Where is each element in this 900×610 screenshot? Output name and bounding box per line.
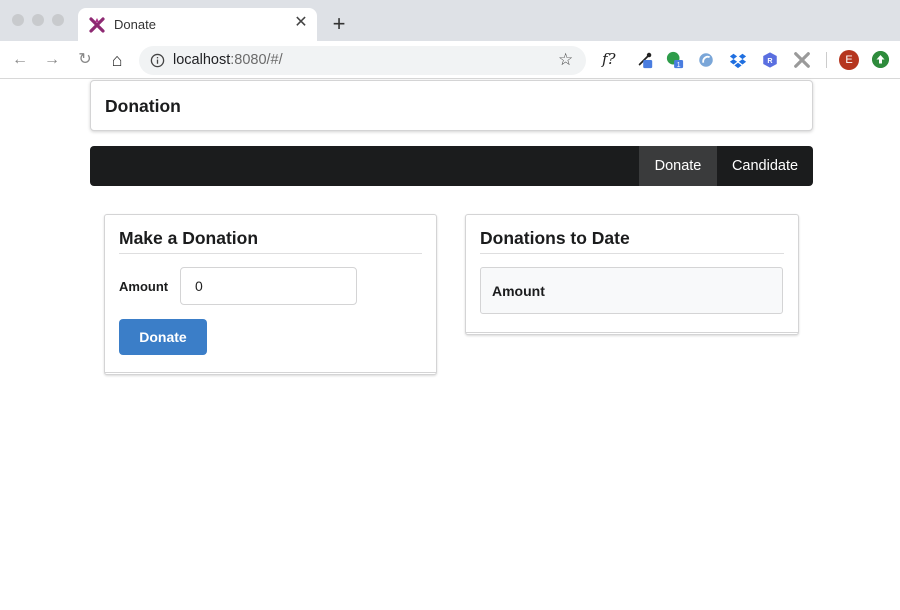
- donation-form-title: Make a Donation: [119, 228, 259, 248]
- back-icon[interactable]: ←: [10, 50, 30, 70]
- menu-item-candidate[interactable]: Candidate: [717, 146, 813, 186]
- address-url: localhost:8080/#/: [173, 52, 283, 68]
- menu-item-label: Donate: [654, 158, 702, 174]
- puzzle-extension-icon[interactable]: [793, 51, 811, 69]
- update-arrow-icon[interactable]: [872, 51, 889, 68]
- new-tab-button[interactable]: +: [329, 13, 349, 35]
- dropbox-icon[interactable]: [729, 51, 747, 69]
- page-title: Donation: [105, 96, 181, 116]
- menu-item-donate[interactable]: Donate: [639, 146, 717, 186]
- panel-footer-divider: [466, 332, 798, 333]
- home-icon[interactable]: ⌂: [107, 50, 127, 70]
- donations-to-date-title: Donations to Date: [480, 228, 630, 248]
- tab-title: Donate: [114, 17, 156, 32]
- info-icon[interactable]: [150, 53, 165, 68]
- profile-avatar[interactable]: E: [839, 50, 859, 70]
- amount-input[interactable]: [180, 267, 357, 305]
- forward-icon[interactable]: →: [42, 50, 62, 70]
- donate-button[interactable]: Donate: [119, 319, 207, 355]
- svg-text:R: R: [767, 56, 773, 65]
- address-bar[interactable]: localhost:8080/#/ ☆: [139, 46, 586, 75]
- title-divider: [119, 253, 422, 254]
- table-header-amount: Amount: [492, 283, 545, 299]
- page-header: Donation: [90, 80, 813, 131]
- crossed-arrows-icon: [89, 17, 105, 33]
- amount-label: Amount: [119, 279, 169, 294]
- close-tab-icon[interactable]: ✕: [292, 14, 310, 32]
- toolbar-divider: [826, 52, 827, 68]
- window-close-dot[interactable]: [12, 14, 24, 26]
- panel-footer-divider: [105, 372, 436, 373]
- title-divider: [480, 253, 784, 254]
- url-host: localhost: [173, 52, 231, 68]
- menu-item-label: Candidate: [731, 158, 799, 174]
- bookmark-star-icon[interactable]: ☆: [558, 51, 576, 69]
- reload-icon[interactable]: ↻: [75, 50, 95, 70]
- extension-badge-count: 1: [677, 60, 681, 69]
- main-menu: Donate Candidate: [90, 146, 813, 186]
- shield-extension-icon[interactable]: R: [761, 51, 779, 69]
- donations-to-date-panel: Donations to Date Amount: [465, 214, 799, 335]
- browser-tab-donate[interactable]: Donate ✕: [78, 8, 317, 41]
- window-zoom-dot[interactable]: [52, 14, 64, 26]
- donation-form-panel: Make a Donation Amount Donate: [104, 214, 437, 375]
- url-path: :8080/#/: [230, 52, 283, 68]
- browser-toolbar: ← → ↻ ⌂ localhost:8080/#/ ☆ f? 1 R E: [0, 41, 900, 79]
- eyedropper-extension-icon[interactable]: [636, 51, 654, 69]
- browser-tabstrip: Donate ✕ +: [0, 0, 900, 41]
- refresh-extension-icon[interactable]: [697, 51, 715, 69]
- window-minimize-dot[interactable]: [32, 14, 44, 26]
- fx-extension-icon[interactable]: f?: [602, 50, 620, 68]
- green-dot-extension-icon[interactable]: 1: [666, 51, 684, 69]
- donations-table: Amount: [480, 267, 783, 314]
